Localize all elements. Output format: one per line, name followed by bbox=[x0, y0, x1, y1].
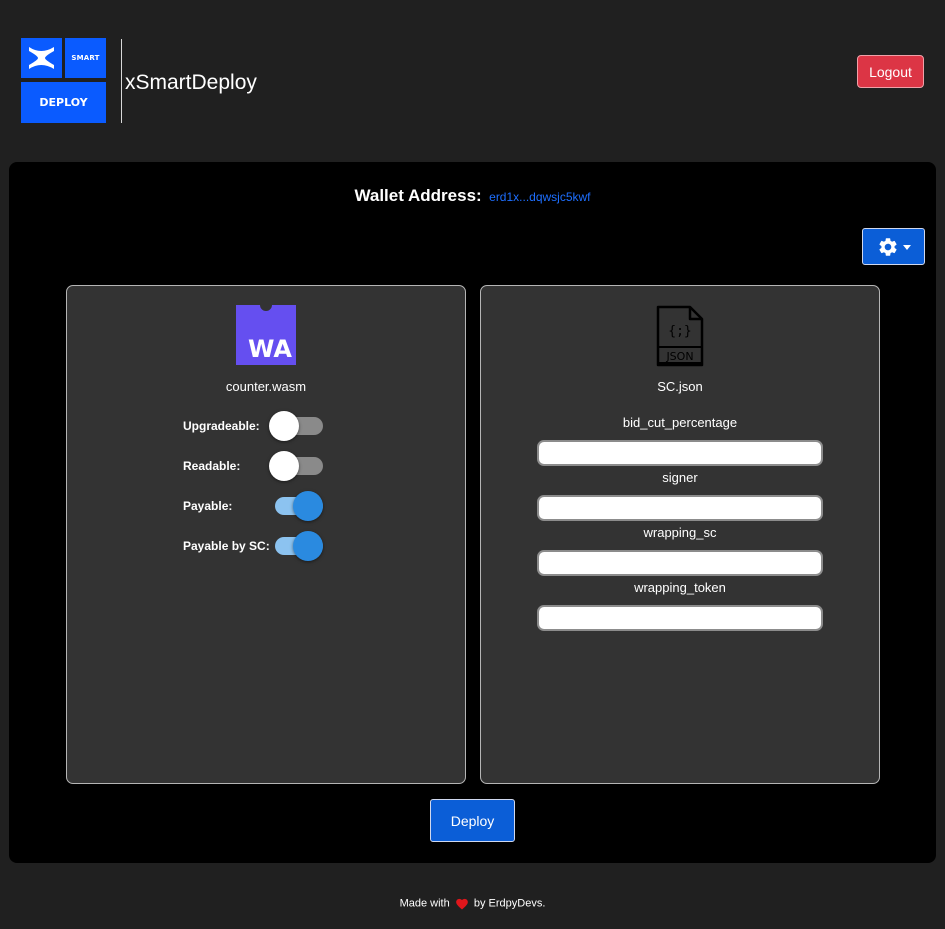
logo-smart-text: SMART bbox=[65, 38, 106, 78]
wasm-card: WA counter.wasm Upgradeable: Readable: P… bbox=[66, 285, 466, 784]
footer-prefix: Made with bbox=[399, 897, 450, 910]
deploy-button[interactable]: Deploy bbox=[430, 799, 515, 842]
footer-suffix: by ErdpyDevs. bbox=[473, 897, 546, 910]
json-file-icon: {;} JSON bbox=[656, 305, 704, 367]
main-panel: Wallet Address: erd1x...dqwsjc5kwf WA co… bbox=[9, 162, 936, 863]
wallet-address-value[interactable]: erd1x...dqwsjc5kwf bbox=[489, 190, 590, 204]
toggle-row-payable: Payable: bbox=[183, 490, 323, 522]
svg-text:JSON: JSON bbox=[665, 350, 693, 363]
json-file-name: SC.json bbox=[657, 379, 703, 394]
field-label-bid-cut-percentage: bid_cut_percentage bbox=[622, 415, 738, 430]
json-card: {;} JSON SC.json bid_cut_percentage sign… bbox=[480, 285, 880, 784]
footer: Made with by ErdpyDevs. bbox=[0, 897, 945, 910]
wallet-address-label: Wallet Address: bbox=[354, 186, 482, 205]
signer-input[interactable] bbox=[537, 495, 823, 521]
payable-toggle[interactable] bbox=[269, 490, 323, 522]
field-label-wrapping-sc: wrapping_sc bbox=[643, 525, 717, 540]
header-divider bbox=[121, 39, 122, 123]
svg-text:WA: WA bbox=[248, 335, 292, 363]
heart-icon bbox=[455, 898, 468, 910]
wallet-address: Wallet Address: erd1x...dqwsjc5kwf bbox=[9, 186, 936, 206]
wrapping-token-input[interactable] bbox=[537, 605, 823, 631]
toggle-label-readable: Readable: bbox=[183, 459, 241, 473]
toggle-label-payable-by-sc: Payable by SC: bbox=[183, 539, 270, 553]
field-label-signer: signer bbox=[662, 470, 698, 485]
app-title: xSmartDeploy bbox=[125, 71, 257, 94]
toggle-label-upgradeable: Upgradeable: bbox=[183, 419, 260, 433]
field-label-wrapping-token: wrapping_token bbox=[634, 580, 726, 595]
toggle-label-payable: Payable: bbox=[183, 499, 233, 513]
logout-button[interactable]: Logout bbox=[857, 55, 924, 88]
settings-dropdown-button[interactable] bbox=[862, 228, 925, 265]
toggle-knob bbox=[293, 531, 323, 561]
toggle-knob bbox=[269, 451, 299, 481]
logo-x-mark bbox=[21, 38, 62, 78]
toggle-row-upgradeable: Upgradeable: bbox=[183, 410, 323, 442]
svg-text:{;}: {;} bbox=[668, 324, 691, 339]
wrapping-sc-input[interactable] bbox=[537, 550, 823, 576]
caret-down-icon bbox=[902, 245, 911, 250]
wasm-file-name: counter.wasm bbox=[225, 379, 307, 394]
logo-deploy-text: DEPLOY bbox=[21, 82, 106, 123]
payable-by-sc-toggle[interactable] bbox=[269, 530, 323, 562]
bid-cut-percentage-input[interactable] bbox=[537, 440, 823, 466]
readable-toggle[interactable] bbox=[269, 450, 323, 482]
app-logo: SMART DEPLOY bbox=[21, 38, 106, 123]
webassembly-icon: WA bbox=[236, 305, 296, 365]
toggle-knob bbox=[293, 491, 323, 521]
toggle-knob bbox=[269, 411, 299, 441]
toggle-row-payable-by-sc: Payable by SC: bbox=[183, 530, 323, 562]
gear-icon bbox=[878, 237, 897, 256]
toggle-row-readable: Readable: bbox=[183, 450, 323, 482]
upgradeable-toggle[interactable] bbox=[269, 410, 323, 442]
